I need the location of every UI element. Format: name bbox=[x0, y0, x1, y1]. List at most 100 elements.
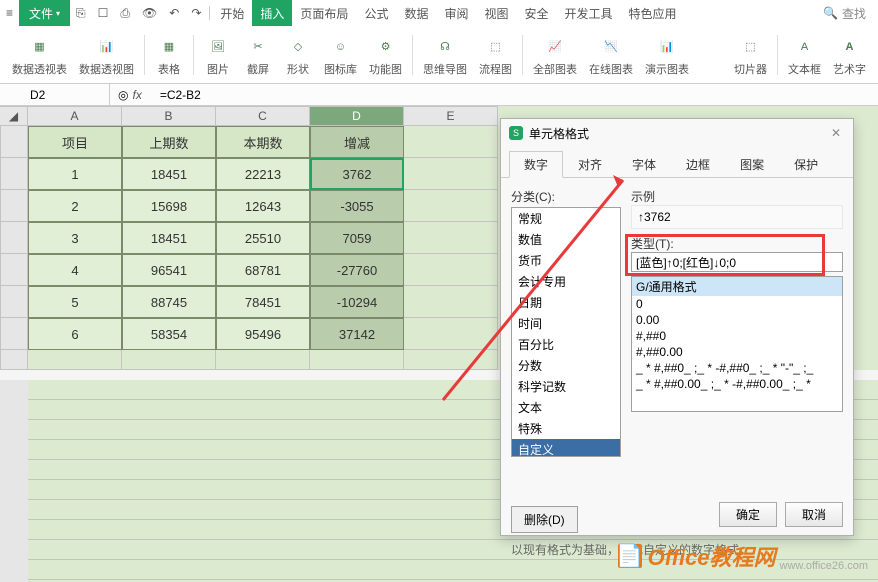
cell[interactable]: 18451 bbox=[122, 222, 216, 254]
cell[interactable]: 5 bbox=[28, 286, 122, 318]
fx-icon[interactable]: fx bbox=[132, 88, 141, 102]
cell[interactable] bbox=[216, 350, 310, 370]
tab-layout[interactable]: 页面布局 bbox=[292, 0, 356, 26]
cell[interactable]: 37142 bbox=[310, 318, 404, 350]
col-header[interactable]: D bbox=[310, 106, 404, 126]
cell[interactable]: 4 bbox=[28, 254, 122, 286]
function-button[interactable]: ⚙功能图 bbox=[363, 33, 408, 77]
cell[interactable]: 增减 bbox=[310, 126, 404, 158]
allcharts-button[interactable]: 📈全部图表 bbox=[527, 33, 583, 77]
tab-review[interactable]: 审阅 bbox=[436, 0, 476, 26]
list-item[interactable]: G/通用格式 bbox=[632, 277, 842, 296]
cell[interactable] bbox=[404, 222, 498, 254]
list-item[interactable]: 0.00 bbox=[632, 312, 842, 328]
cell[interactable]: 6 bbox=[28, 318, 122, 350]
pivotchart-button[interactable]: 📊数据透视图 bbox=[73, 33, 140, 77]
cell[interactable] bbox=[28, 350, 122, 370]
list-item[interactable]: 日期 bbox=[512, 292, 620, 313]
row-header[interactable] bbox=[0, 222, 28, 254]
file-menu[interactable]: 文件 ▾ bbox=[19, 0, 70, 26]
new-icon[interactable]: ⎘ bbox=[70, 0, 92, 26]
redo-icon[interactable]: ↷ bbox=[185, 0, 207, 26]
name-box[interactable]: D2 bbox=[0, 84, 110, 105]
ok-button[interactable]: 确定 bbox=[719, 502, 777, 527]
list-item[interactable]: 百分比 bbox=[512, 334, 620, 355]
cell[interactable]: -27760 bbox=[310, 254, 404, 286]
list-item[interactable]: 特殊 bbox=[512, 418, 620, 439]
list-item[interactable]: _ * #,##0.00_ ;_ * -#,##0.00_ ;_ * bbox=[632, 376, 842, 392]
icons-button[interactable]: ☺图标库 bbox=[318, 33, 363, 77]
list-item[interactable]: 数值 bbox=[512, 229, 620, 250]
tab-dev[interactable]: 开发工具 bbox=[557, 0, 621, 26]
type-input[interactable] bbox=[631, 252, 843, 272]
textbox-button[interactable]: A文本框 bbox=[782, 33, 827, 77]
col-header[interactable]: A bbox=[28, 106, 122, 126]
cell[interactable]: 22213 bbox=[216, 158, 310, 190]
onlinechart-button[interactable]: 📉在线图表 bbox=[583, 33, 639, 77]
tab-start[interactable]: 开始 bbox=[212, 0, 252, 26]
row-header[interactable] bbox=[0, 126, 28, 158]
presentchart-button[interactable]: 📊演示图表 bbox=[639, 33, 695, 77]
cell[interactable]: 1 bbox=[28, 158, 122, 190]
tab-align[interactable]: 对齐 bbox=[563, 151, 617, 178]
list-item[interactable]: 会计专用 bbox=[512, 271, 620, 292]
screenshot-button[interactable]: ✂截屏 bbox=[238, 33, 278, 77]
cell[interactable] bbox=[122, 350, 216, 370]
table-button[interactable]: ▦表格 bbox=[149, 33, 189, 77]
preset-list[interactable]: G/通用格式 0 0.00 #,##0 #,##0.00 _ * #,##0_ … bbox=[631, 276, 843, 412]
wordart-button[interactable]: A艺术字 bbox=[827, 33, 872, 77]
list-item[interactable]: #,##0.00 bbox=[632, 344, 842, 360]
select-all-corner[interactable]: ◢ bbox=[0, 106, 28, 126]
tab-protect[interactable]: 保护 bbox=[779, 151, 833, 178]
cell[interactable] bbox=[404, 158, 498, 190]
list-item[interactable]: 0 bbox=[632, 296, 842, 312]
cell[interactable]: 25510 bbox=[216, 222, 310, 254]
home-icon[interactable]: ≡ bbox=[0, 0, 19, 26]
tab-special[interactable]: 特色应用 bbox=[621, 0, 685, 26]
row-header[interactable] bbox=[0, 318, 28, 350]
cell[interactable] bbox=[404, 254, 498, 286]
tab-formula[interactable]: 公式 bbox=[356, 0, 396, 26]
tab-view[interactable]: 视图 bbox=[476, 0, 516, 26]
flowchart-button[interactable]: ⬚流程图 bbox=[473, 33, 518, 77]
cell[interactable]: 88745 bbox=[122, 286, 216, 318]
tab-data[interactable]: 数据 bbox=[396, 0, 436, 26]
row-header[interactable] bbox=[0, 158, 28, 190]
row-header[interactable] bbox=[0, 190, 28, 222]
cell[interactable]: 上期数 bbox=[122, 126, 216, 158]
cell[interactable]: 68781 bbox=[216, 254, 310, 286]
cell[interactable]: 12643 bbox=[216, 190, 310, 222]
cell[interactable] bbox=[404, 126, 498, 158]
col-header[interactable]: B bbox=[122, 106, 216, 126]
dialog-titlebar[interactable]: S 单元格格式 ✕ bbox=[501, 119, 853, 147]
cell[interactable]: 58354 bbox=[122, 318, 216, 350]
row-header[interactable] bbox=[0, 254, 28, 286]
save-icon[interactable]: ☐ bbox=[92, 0, 115, 26]
delete-button[interactable]: 删除(D) bbox=[511, 506, 578, 533]
list-item[interactable]: 分数 bbox=[512, 355, 620, 376]
row-header[interactable] bbox=[0, 350, 28, 370]
list-item[interactable]: 货币 bbox=[512, 250, 620, 271]
preview-icon[interactable]: 👁 bbox=[136, 0, 163, 26]
cell[interactable]: -3055 bbox=[310, 190, 404, 222]
list-item[interactable]: 自定义 bbox=[512, 439, 620, 457]
cell[interactable]: 78451 bbox=[216, 286, 310, 318]
tab-border[interactable]: 边框 bbox=[671, 151, 725, 178]
cell[interactable]: 3 bbox=[28, 222, 122, 254]
tab-font[interactable]: 字体 bbox=[617, 151, 671, 178]
undo-icon[interactable]: ↶ bbox=[163, 0, 185, 26]
category-list[interactable]: 常规 数值 货币 会计专用 日期 时间 百分比 分数 科学记数 文本 特殊 自定… bbox=[511, 207, 621, 457]
col-header[interactable]: E bbox=[404, 106, 498, 126]
tab-number[interactable]: 数字 bbox=[509, 151, 563, 178]
target-icon[interactable]: ◎ bbox=[118, 88, 128, 102]
cell[interactable]: 本期数 bbox=[216, 126, 310, 158]
cell[interactable]: 7059 bbox=[310, 222, 404, 254]
tab-pattern[interactable]: 图案 bbox=[725, 151, 779, 178]
cell[interactable]: 95496 bbox=[216, 318, 310, 350]
tab-insert[interactable]: 插入 bbox=[252, 0, 292, 26]
cell[interactable]: 项目 bbox=[28, 126, 122, 158]
formula-input[interactable]: =C2-B2 bbox=[154, 88, 878, 102]
cell[interactable]: 96541 bbox=[122, 254, 216, 286]
cell[interactable]: 18451 bbox=[122, 158, 216, 190]
search-box[interactable]: 🔍 查找 bbox=[823, 5, 866, 22]
